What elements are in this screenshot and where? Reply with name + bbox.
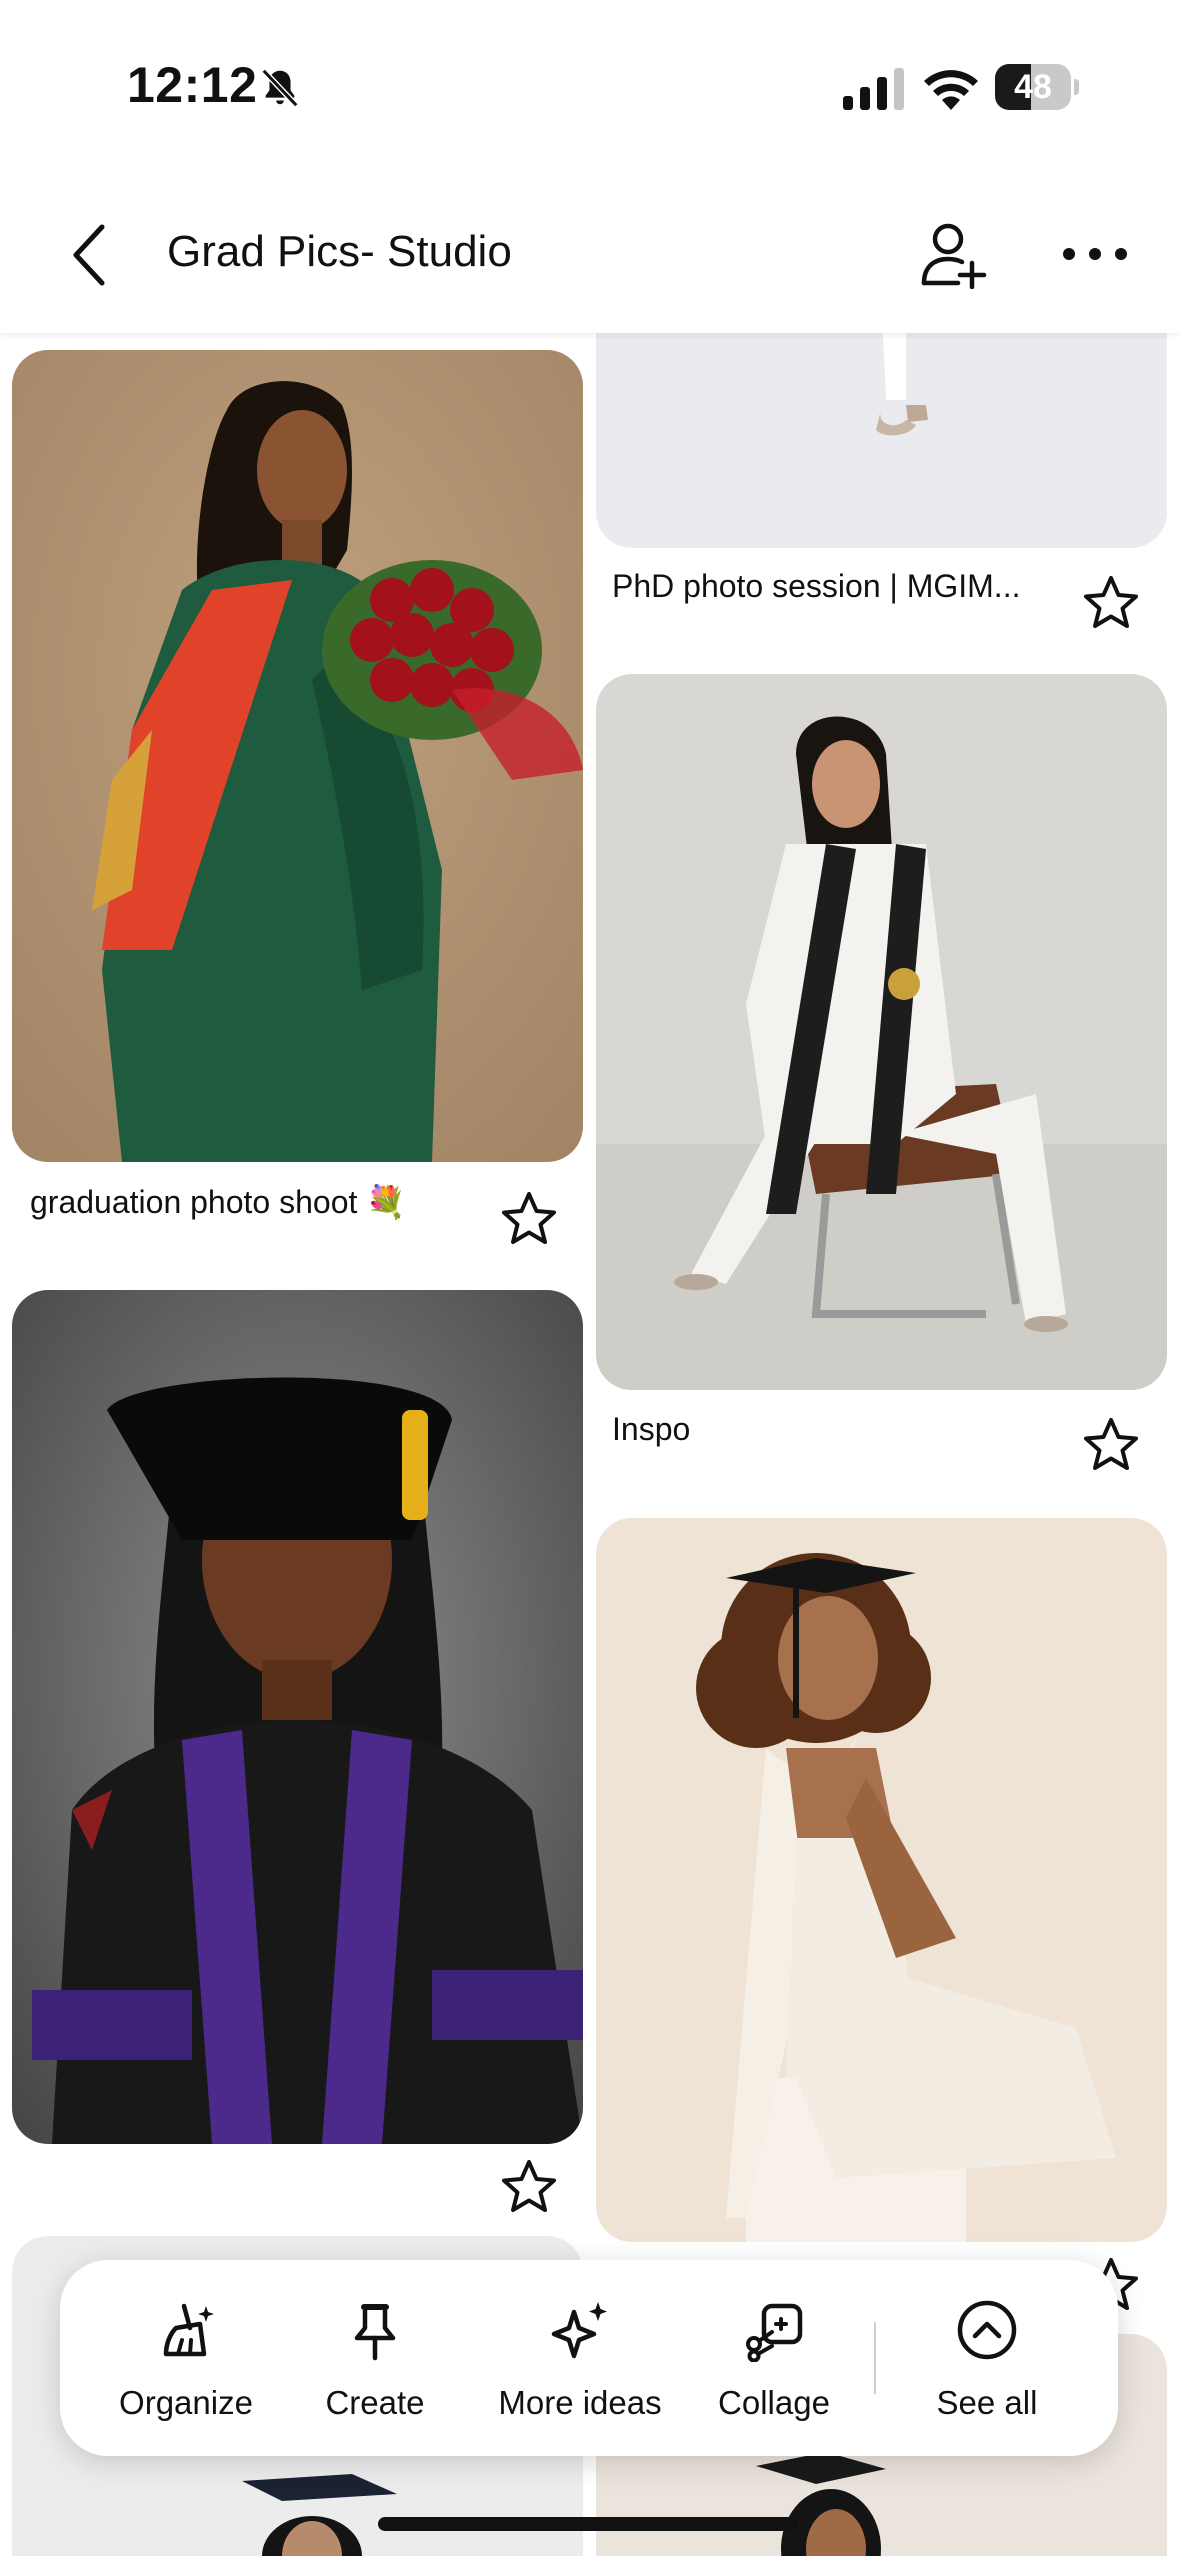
see-all-button[interactable]: See all bbox=[922, 2260, 1052, 2456]
sparkles-icon bbox=[551, 2302, 607, 2359]
star-icon[interactable] bbox=[1082, 1416, 1140, 1474]
collage-scissors-icon bbox=[746, 2303, 803, 2362]
board-header: Grad Pics- Studio bbox=[0, 175, 1179, 333]
more-horizontal-icon[interactable] bbox=[1060, 231, 1130, 277]
organize-label: Organize bbox=[119, 2384, 253, 2421]
bell-slash-icon bbox=[261, 68, 299, 108]
create-button[interactable]: Create bbox=[320, 2260, 430, 2456]
more-ideas-button[interactable]: More ideas bbox=[490, 2260, 670, 2456]
pin-image-doctoral-regalia[interactable] bbox=[12, 1290, 583, 2144]
create-label: Create bbox=[325, 2384, 425, 2421]
action-divider bbox=[874, 2322, 876, 2394]
chevron-left-icon bbox=[73, 224, 105, 286]
pin-image-white-suit-stole[interactable] bbox=[596, 674, 1167, 1390]
pin-title: graduation photo shoot 💐 bbox=[30, 1184, 407, 1220]
board-title: Grad Pics- Studio bbox=[167, 227, 512, 276]
star-icon[interactable] bbox=[500, 2158, 558, 2216]
status-time: 12:12 bbox=[127, 57, 258, 113]
collage-label: Collage bbox=[718, 2384, 830, 2421]
more-ideas-label: More ideas bbox=[498, 2384, 662, 2421]
battery-percent: 48 bbox=[1014, 68, 1052, 106]
chevron-up-circle-icon bbox=[957, 2300, 1017, 2360]
board-action-bar: Organize Create More ideas Collage See a… bbox=[60, 2260, 1118, 2456]
pin-image-green-gown[interactable] bbox=[12, 350, 583, 1162]
pin-grid: graduation photo shoot 💐 PhD photo sessi… bbox=[0, 0, 1179, 2556]
pin-icon bbox=[354, 2304, 396, 2361]
back-button[interactable] bbox=[60, 217, 120, 293]
home-indicator bbox=[378, 2517, 798, 2531]
battery-icon: 48 bbox=[995, 64, 1079, 110]
status-bar: 12:12 48 bbox=[0, 0, 1179, 175]
collage-button[interactable]: Collage bbox=[706, 2260, 842, 2456]
organize-button[interactable]: Organize bbox=[116, 2260, 256, 2456]
add-collaborator-icon[interactable] bbox=[918, 219, 988, 289]
broom-sparkle-icon bbox=[163, 2303, 214, 2357]
wifi-icon bbox=[924, 70, 978, 110]
pin-title: PhD photo session | MGIM... bbox=[612, 568, 1021, 604]
see-all-label: See all bbox=[936, 2384, 1038, 2421]
pin-title: Inspo bbox=[612, 1411, 691, 1447]
cellular-signal-icon bbox=[843, 68, 904, 110]
star-icon[interactable] bbox=[1082, 574, 1140, 632]
star-icon[interactable] bbox=[500, 1190, 558, 1248]
pin-image-curly-hair-cap[interactable] bbox=[596, 1518, 1167, 2242]
